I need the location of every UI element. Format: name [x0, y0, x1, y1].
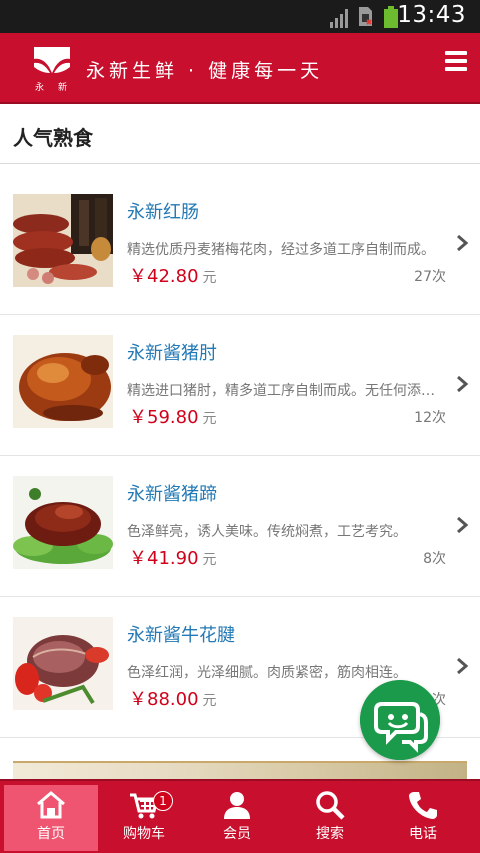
price-value: ￥88.00 [129, 689, 199, 710]
product-price: ￥59.80 元 [129, 403, 217, 429]
chevron-right-icon[interactable] [455, 375, 469, 393]
member-icon [224, 792, 250, 819]
product-price: ￥41.90 元 [129, 544, 217, 570]
tab-label: 搜索 [316, 826, 344, 842]
svg-text:新: 新 [58, 81, 67, 93]
price-unit: 元 [202, 270, 217, 286]
product-description: 精选进口猪肘，精多道工序自制而成。无任何添加。 [127, 383, 447, 399]
product-item[interactable]: 永新酱猪蹄 色泽鲜亮，诱人美味。传统焖煮，工艺考究。 ￥41.90 元 8次 [0, 456, 480, 597]
chevron-right-icon[interactable] [455, 234, 469, 252]
product-name[interactable]: 永新酱猪肘 [127, 339, 217, 365]
product-description: 色泽鲜亮，诱人美味。传统焖煮，工艺考究。 [127, 524, 407, 540]
product-image-braised-pig-trotter [13, 476, 113, 569]
promo-banner[interactable] [13, 761, 467, 779]
chevron-right-icon[interactable] [455, 516, 469, 534]
bottom-tab-bar: 首页 1 购物车 会员 搜索 电话 [0, 779, 480, 853]
tab-search[interactable]: 搜索 [283, 785, 377, 851]
tab-label: 购物车 [123, 826, 165, 842]
price-unit: 元 [202, 411, 217, 427]
price-unit: 元 [202, 693, 217, 709]
product-image-braised-beef-shank [13, 617, 113, 710]
cart-badge: 1 [153, 791, 173, 811]
product-price: ￥42.80 元 [129, 262, 217, 288]
product-item[interactable]: 永新红肠 精选优质丹麦猪梅花肉，经过多道工序自制而成。 ￥42.80 元 27次 [0, 174, 480, 315]
product-image-red-sausage [13, 194, 113, 287]
tab-home[interactable]: 首页 [4, 785, 98, 851]
tab-label: 电话 [409, 826, 437, 842]
product-description: 色泽红润，光泽细腻。肉质紧密，筋肉相连。 [127, 665, 407, 681]
price-unit: 元 [202, 552, 217, 568]
sim-card-icon [359, 7, 372, 26]
sales-count: 27次 [414, 269, 446, 285]
menu-icon[interactable] [445, 51, 467, 71]
signal-icon [330, 9, 348, 28]
svg-text:永: 永 [35, 81, 44, 93]
tab-label: 首页 [37, 826, 65, 842]
price-value: ￥41.90 [129, 548, 199, 569]
product-price: ￥88.00 元 [129, 685, 217, 711]
tab-label: 会员 [223, 826, 251, 842]
tab-phone[interactable]: 电话 [376, 785, 470, 851]
product-image-braised-pork-knuckle [13, 335, 113, 428]
status-bar: 13:43 [0, 0, 480, 33]
brand-logo[interactable]: 永 新 [31, 43, 73, 95]
chevron-right-icon[interactable] [455, 657, 469, 675]
section-header: 人气熟食 [0, 104, 480, 164]
section-title: 人气熟食 [13, 126, 93, 150]
sales-count: 8次 [423, 551, 446, 567]
brand-slogan: 永新生鲜 · 健康每一天 [86, 60, 324, 82]
chat-icon[interactable] [360, 680, 440, 760]
product-name[interactable]: 永新酱牛花腱 [127, 621, 235, 647]
status-time: 13:43 [397, 2, 466, 28]
home-icon [37, 791, 65, 819]
product-name[interactable]: 永新红肠 [127, 198, 199, 224]
product-name[interactable]: 永新酱猪蹄 [127, 480, 217, 506]
price-value: ￥42.80 [129, 266, 199, 287]
phone-icon [409, 792, 437, 819]
product-description: 精选优质丹麦猪梅花肉，经过多道工序自制而成。 [127, 242, 435, 258]
search-icon [316, 791, 345, 820]
price-value: ￥59.80 [129, 407, 199, 428]
app-header: 永 新 永新生鲜 · 健康每一天 [0, 33, 480, 104]
product-list: 永新红肠 精选优质丹麦猪梅花肉，经过多道工序自制而成。 ￥42.80 元 27次 … [0, 174, 480, 738]
sales-count: 12次 [414, 410, 446, 426]
product-item[interactable]: 永新酱猪肘 精选进口猪肘，精多道工序自制而成。无任何添加。 ￥59.80 元 12… [0, 315, 480, 456]
tab-cart[interactable]: 1 购物车 [97, 785, 191, 851]
tab-member[interactable]: 会员 [190, 785, 284, 851]
